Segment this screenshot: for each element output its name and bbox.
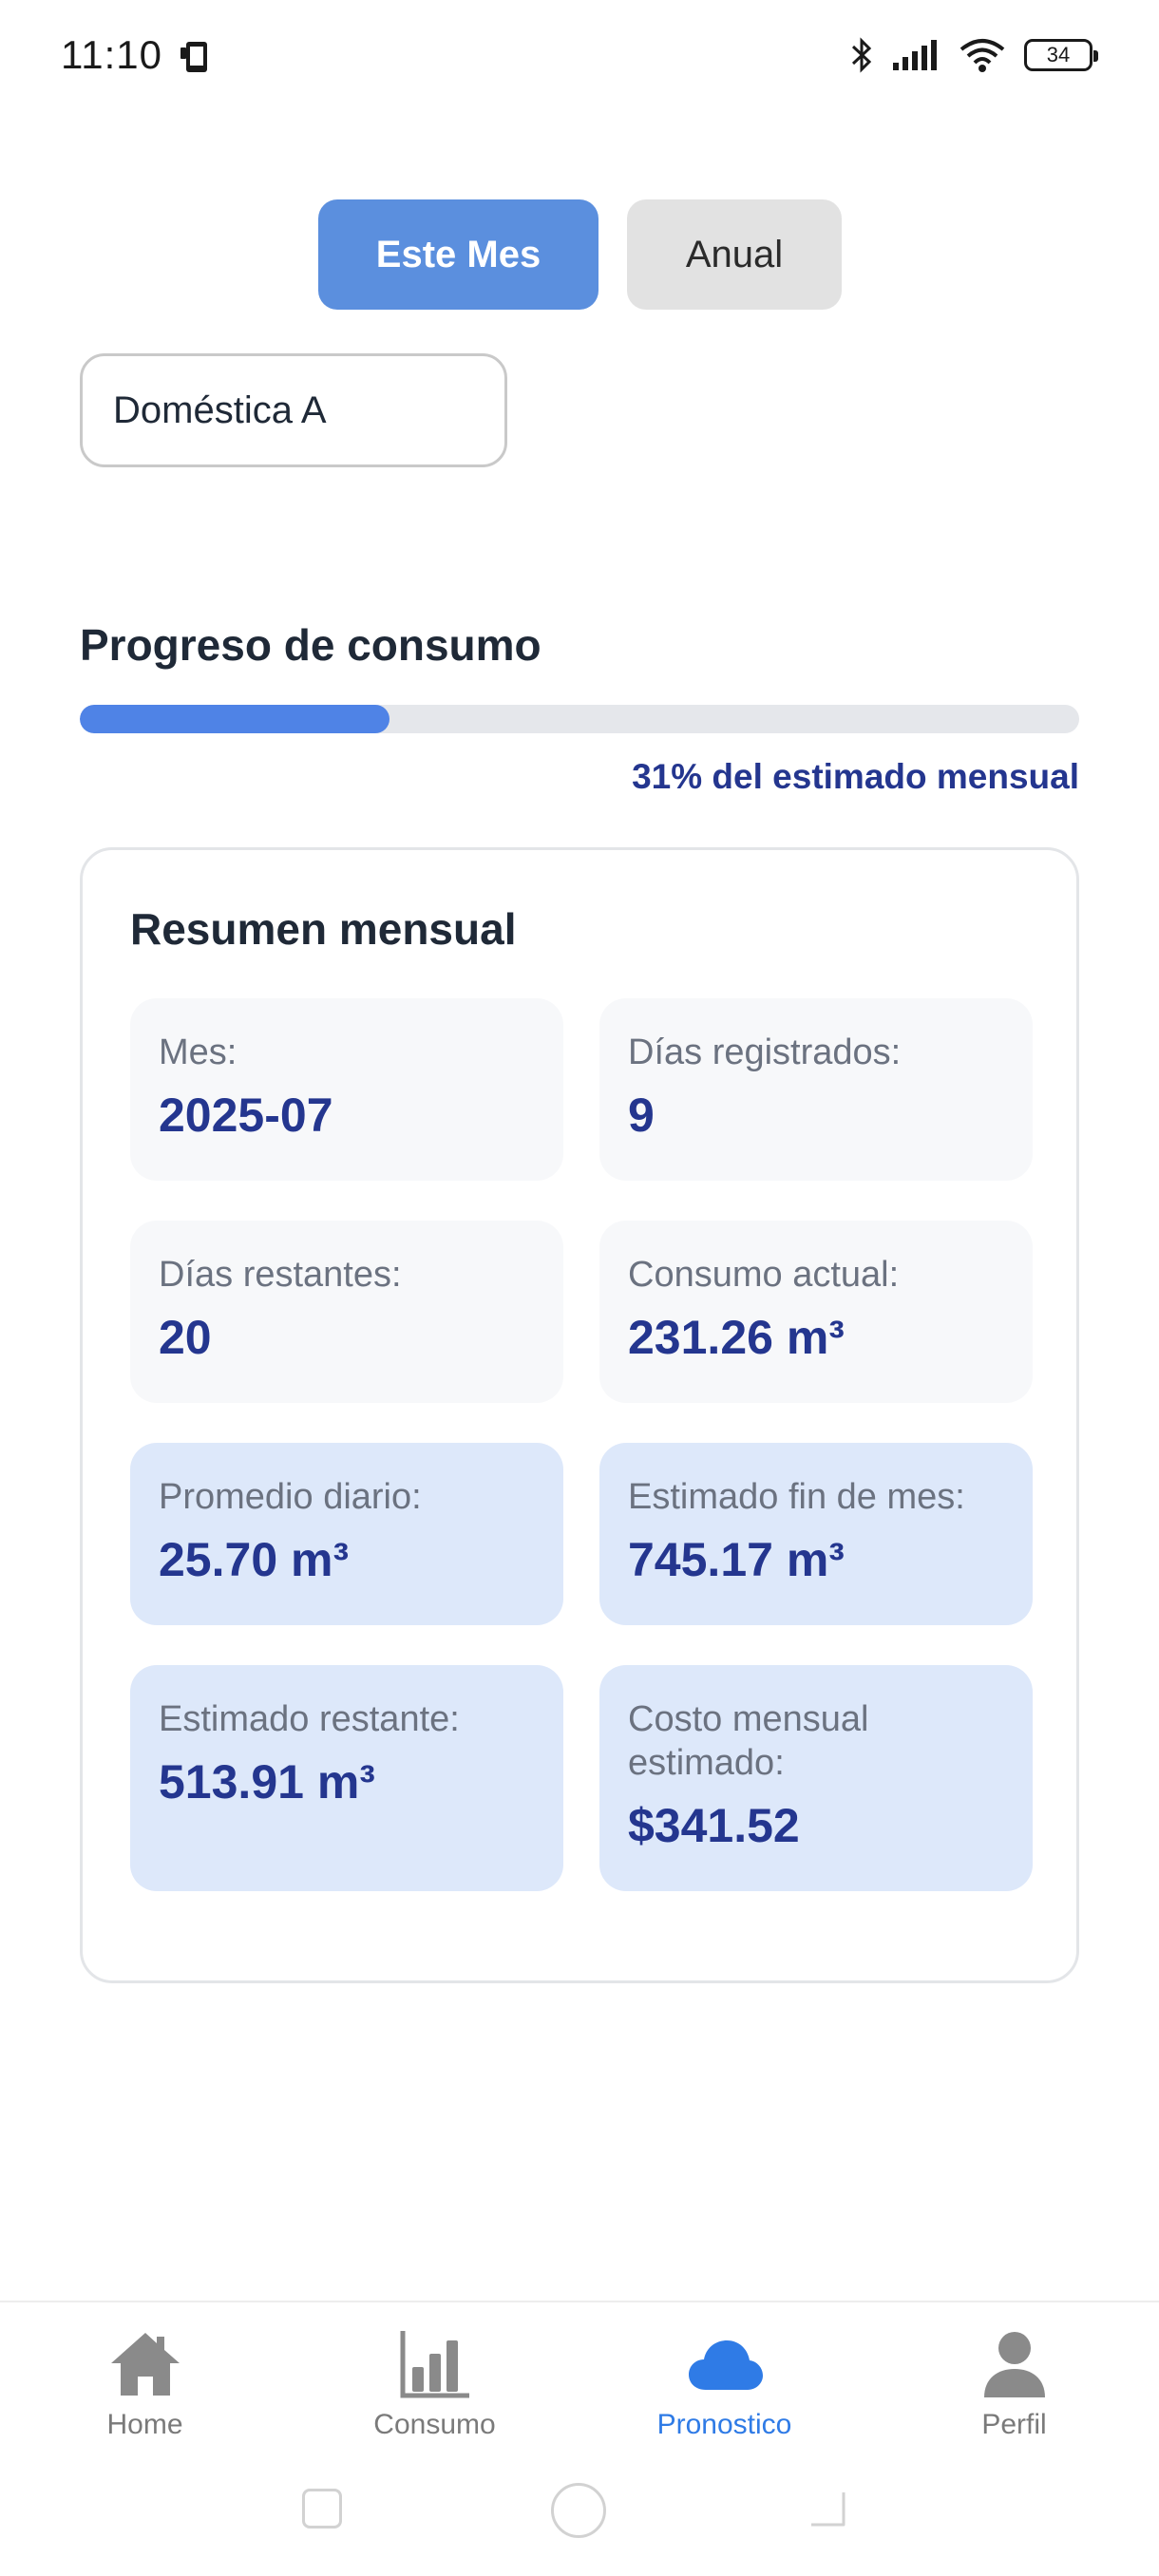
stat-mes: Mes: 2025-07 [130,998,563,1181]
stat-value: 513.91 m³ [159,1755,375,1809]
stat-value: 9 [628,1089,655,1142]
stat-dias-registrados: Días registrados: 9 [599,998,1033,1181]
progress-title: Progreso de consumo [80,620,542,670]
home-button[interactable] [551,2483,606,2538]
progress-fill [80,705,390,733]
nav-label: Home [106,2409,183,2440]
person-icon [983,2332,1045,2397]
status-bar: 11:10 34 [0,0,1159,114]
stat-consumo-actual: Consumo actual: 231.26 m³ [599,1221,1033,1403]
stat-value: 2025-07 [159,1089,333,1142]
summary-card: Resumen mensual Mes: 2025-07 Días regist… [80,847,1079,1983]
category-value: Doméstica A [113,388,327,431]
stat-dias-restantes: Días restantes: 20 [130,1221,563,1403]
nav-label: Pronostico [656,2409,792,2440]
back-icon[interactable] [806,2487,849,2530]
stat-label: Promedio diario: [159,1477,422,1517]
nav-item-perfil[interactable]: Perfil [869,2302,1159,2462]
stat-estimado-fin-de-mes: Estimado fin de mes: 745.17 m³ [599,1443,1033,1625]
stat-label: Días restantes: [159,1255,402,1295]
stat-label: Estimado fin de mes: [628,1477,965,1517]
category-select[interactable]: Doméstica A [80,353,507,467]
stat-label: Costo mensual estimado: [628,1699,869,1783]
nav-label: Consumo [373,2409,496,2440]
bar-chart-icon [400,2331,469,2398]
nav-item-home[interactable]: Home [0,2302,290,2462]
progress-bar [80,705,1079,733]
bottom-nav: Home Consumo Pronostico Perfil [0,2301,1159,2462]
wifi-icon [960,39,1005,72]
stat-label: Mes: [159,1032,238,1072]
nav-item-pronostico[interactable]: Pronostico [580,2302,869,2462]
progress-caption: 31% del estimado mensual [632,757,1079,796]
home-icon [110,2333,180,2396]
stat-promedio-diario: Promedio diario: 25.70 m³ [130,1443,563,1625]
signal-icon [893,40,937,70]
stat-estimado-restante: Estimado restante: 513.91 m³ [130,1665,563,1891]
tab-anual[interactable]: Anual [627,199,842,310]
phone-icon [180,42,207,72]
summary-title: Resumen mensual [130,904,517,954]
cloud-icon [688,2340,763,2390]
stat-grid: Mes: 2025-07 Días registrados: 9 Días re… [130,998,1033,1891]
status-icons: 34 [849,34,1098,76]
tab-este-mes[interactable]: Este Mes [318,199,598,310]
nav-item-consumo[interactable]: Consumo [290,2302,580,2462]
stat-value: 231.26 m³ [628,1311,845,1364]
stat-value: 20 [159,1311,212,1364]
stat-value: 745.17 m³ [628,1533,845,1586]
stat-value: 25.70 m³ [159,1533,350,1586]
nav-label: Perfil [981,2409,1047,2440]
stat-label: Estimado restante: [159,1699,460,1739]
status-time: 11:10 [61,32,162,77]
battery-icon: 34 [1024,39,1098,71]
stat-label: Consumo actual: [628,1255,900,1295]
stat-costo-mensual: Costo mensual estimado: $341.52 [599,1665,1033,1891]
bluetooth-icon [851,37,872,73]
stat-label: Días registrados: [628,1032,902,1072]
battery-level: 34 [1046,43,1071,66]
stat-value: $341.52 [628,1799,800,1852]
recents-button[interactable] [302,2489,342,2529]
